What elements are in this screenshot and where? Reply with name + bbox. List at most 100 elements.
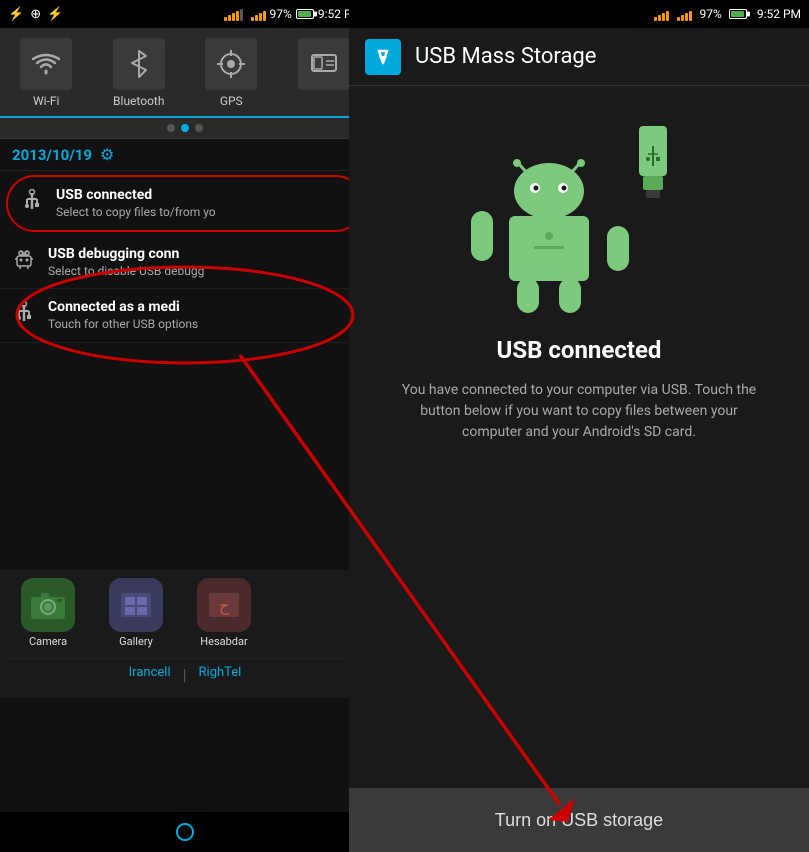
svg-text:ح: ح [219,596,230,615]
usb-icon-2: ⊕ [30,7,41,22]
right-status-bar: 97% 9:52 PM [349,0,809,28]
signal-bars-left [224,7,243,21]
quick-settings: Wi-Fi Bluetooth GPS [0,28,370,118]
android-illustration-svg [469,116,689,316]
r2-signal-bar-4 [689,11,692,21]
usb-mass-storage-header: USB Mass Storage [349,28,809,86]
wifi-icon [32,53,60,75]
status-bar-left: ⚡ ⊕ ⚡ [8,7,63,22]
app-camera[interactable]: Camera [8,578,88,648]
right-time: 9:52 PM [757,7,801,21]
wifi-tile-icon [20,38,72,90]
hesabdar-app-icon: ح [197,578,251,632]
signal-bar-2 [228,15,231,21]
usb-connected-heading: USB connected [497,336,662,364]
date-bar: 2013/10/19 ⚙ [0,139,370,171]
usb-description-text: You have connected to your computer via … [379,380,779,443]
usb-content-area: USB connected You have connected to your… [349,86,809,788]
settings-adjust-icon[interactable]: ⚙ [100,145,114,164]
bluetooth-icon [127,49,151,79]
home-button[interactable] [176,823,194,841]
bluetooth-label: Bluetooth [113,94,164,108]
notif-usb-content: USB connected Select to copy files to/fr… [56,187,350,219]
notif-media-content: Connected as a medi Touch for other USB … [48,299,358,331]
screen-tile-icon [298,38,350,90]
signal-bar2-1 [251,17,254,21]
gallery-icon [117,589,155,621]
turn-on-button-label: Turn on USB storage [495,810,663,831]
battery-fill-right [731,11,745,17]
right-battery-pct: 97% [700,7,722,21]
notif-media-icon [12,301,36,332]
network-divider: | [183,665,187,684]
signal-bars-left-2 [251,7,266,21]
notif-debug-title: USB debugging conn [48,246,358,262]
signal-bar2-4 [263,11,266,21]
qs-tile-wifi[interactable]: Wi-Fi [6,38,86,108]
camera-icon [29,589,67,621]
qs-tile-gps[interactable]: GPS [191,38,271,108]
network-rightel: RighTel [199,665,242,684]
usb-symbol-icon [22,189,42,215]
usb-icon-1: ⚡ [8,7,24,22]
usb-storage-header-icon [365,39,401,75]
notif-usb-debug[interactable]: USB debugging conn Select to disable USB… [0,236,370,289]
left-status-bar: ⚡ ⊕ ⚡ 97% 9:52 PM [0,0,370,28]
dot-1 [167,124,175,132]
usb-symbol-icon-2 [14,301,34,327]
signal-bar-1 [224,17,227,21]
robot-icon [13,248,35,270]
page-dots [0,118,370,139]
bluetooth-tile-icon [113,38,165,90]
camera-app-label: Camera [29,635,67,648]
notif-usb-icon [20,189,44,220]
date-display: 2013/10/19 [12,146,92,164]
wifi-label: Wi-Fi [33,94,59,108]
battery-icon-right [729,9,747,19]
android-robot-group [471,159,629,313]
dot-2 [181,124,189,132]
signal-bar-5 [240,9,243,21]
battery-icon-left [296,9,314,19]
r2-signal-bar-1 [677,17,680,21]
hesabdar-icon: ح [205,589,243,621]
gps-tile-icon [205,38,257,90]
battery-percent-left: 97% [270,7,292,21]
battery-fill-left [298,11,312,17]
bottom-nav [0,812,370,852]
network-irancell: Irancell [129,665,171,684]
gps-label: GPS [220,94,243,108]
notif-media-subtitle: Touch for other USB options [48,317,358,331]
app-grid: Camera Gallery [8,578,362,648]
notif-usb-title: USB connected [56,187,350,203]
r-signal-bar-4 [666,11,669,21]
gallery-app-icon [109,578,163,632]
home-screen: Camera Gallery [0,570,370,698]
gallery-app-label: Gallery [119,635,153,648]
signal-bar2-3 [259,13,262,21]
gps-icon [217,50,245,78]
network-bar: Irancell | RighTel [8,658,362,690]
qs-tile-bluetooth[interactable]: Bluetooth [99,38,179,108]
app-gallery[interactable]: Gallery [96,578,176,648]
signal-bars-right [654,7,669,21]
notif-media-device[interactable]: Connected as a medi Touch for other USB … [0,289,370,343]
r-signal-bar-2 [658,15,661,21]
screen-icon [310,53,338,75]
notifications-panel: USB connected Select to copy files to/fr… [0,175,370,343]
r-signal-bar-1 [654,17,657,21]
notif-debug-content: USB debugging conn Select to disable USB… [48,246,358,278]
status-bar-right: 97% 9:52 PM [224,7,362,21]
signal-bar-4 [236,11,239,21]
app-hesabdar[interactable]: ح Hesabdar [184,578,264,648]
usb-icon-3: ⚡ [47,7,63,22]
notif-usb-subtitle: Select to copy files to/from yo [56,205,350,219]
notif-debug-subtitle: Select to disable USB debugg [48,264,358,278]
notif-media-title: Connected as a medi [48,299,358,315]
left-panel: ⚡ ⊕ ⚡ 97% 9:52 PM [0,0,370,852]
turn-on-usb-button[interactable]: Turn on USB storage [349,788,809,852]
r-signal-bar-3 [662,13,665,21]
r2-signal-bar-3 [685,13,688,21]
dot-3 [195,124,203,132]
notif-usb-connected[interactable]: USB connected Select to copy files to/fr… [6,175,364,232]
